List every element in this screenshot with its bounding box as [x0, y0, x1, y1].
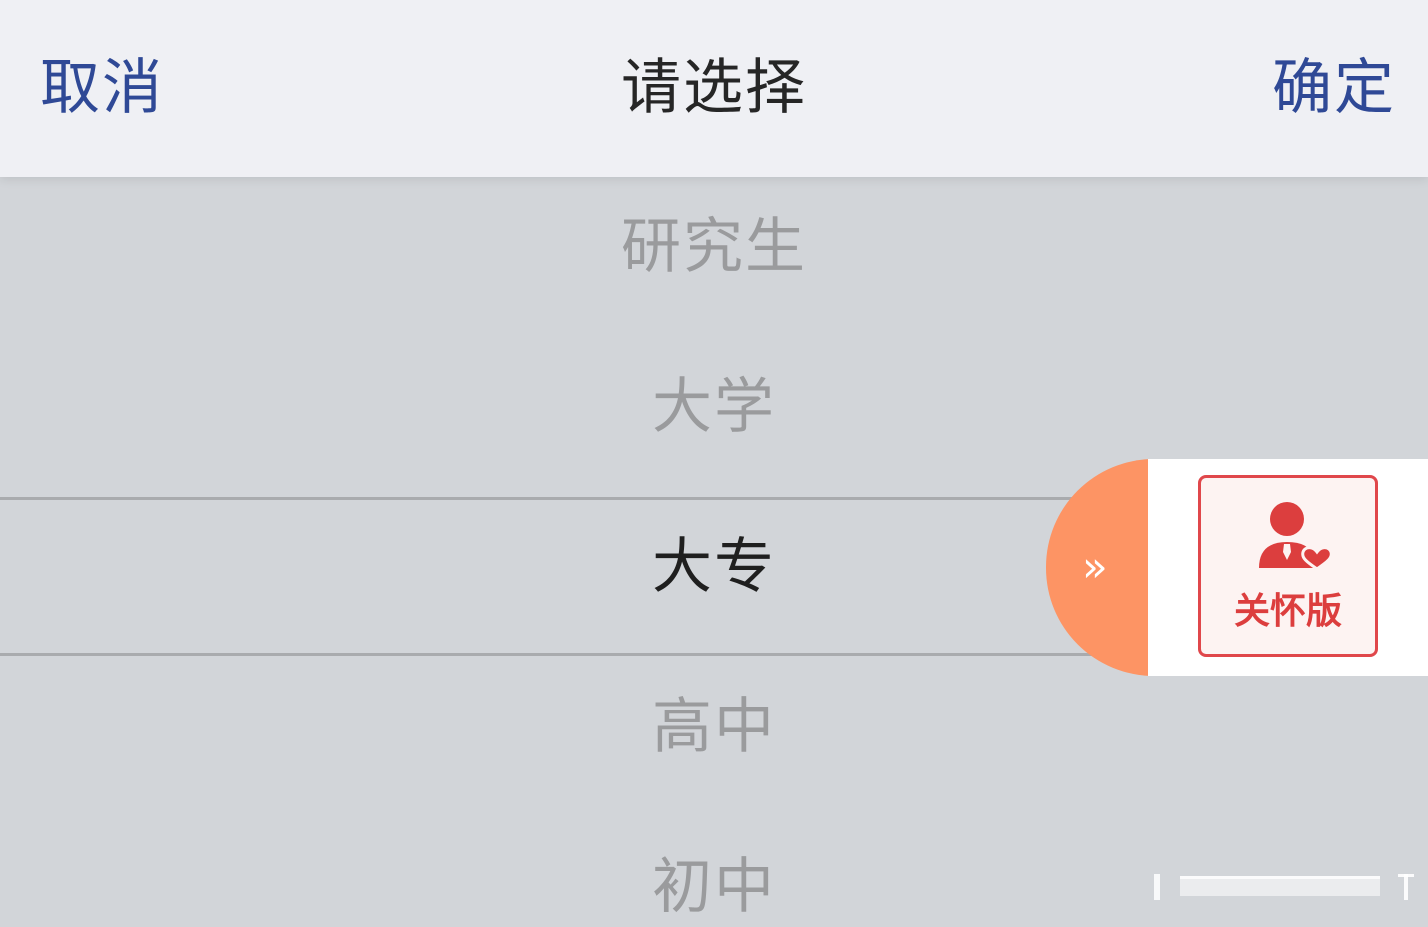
person-heart-icon: [1259, 502, 1331, 571]
care-mode-label: 关怀版: [1233, 591, 1342, 632]
picker-option[interactable]: 研究生: [0, 207, 1428, 287]
double-chevron-right-icon: »: [1082, 542, 1108, 591]
care-mode-body: 关怀版: [1148, 459, 1428, 676]
picker-header: 取消 请选择 确定: [0, 0, 1428, 177]
picker-title: 请选择: [621, 53, 807, 123]
care-mode-button[interactable]: 关怀版: [1198, 475, 1378, 657]
picker-option[interactable]: 大学: [0, 367, 1428, 447]
confirm-button[interactable]: 确定: [1272, 50, 1396, 126]
picker-option[interactable]: 高中: [0, 687, 1428, 767]
scroll-indicator: [1154, 874, 1414, 900]
care-mode-panel: » 关怀版: [1046, 459, 1428, 676]
